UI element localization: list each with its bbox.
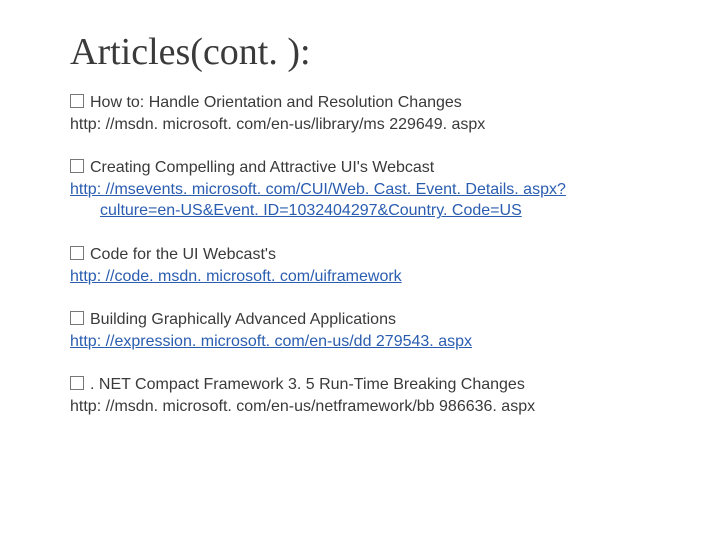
list-item: . NET Compact Framework 3. 5 Run-Time Br… [70,374,660,417]
bullet-icon [70,246,84,260]
list-item: Code for the UI Webcast's http: //code. … [70,244,660,287]
item-heading: Creating Compelling and Attractive UI's … [90,159,434,176]
bullet-icon [70,376,84,390]
slide: Articles(cont. ): How to: Handle Orienta… [0,0,720,540]
item-heading: Building Graphically Advanced Applicatio… [90,311,396,328]
item-url[interactable]: http: //expression. microsoft. com/en-us… [70,333,472,350]
item-url: http: //msdn. microsoft. com/en-us/libra… [70,116,485,133]
slide-title: Articles(cont. ): [70,30,660,74]
bullet-icon [70,311,84,325]
item-heading: How to: Handle Orientation and Resolutio… [90,94,462,111]
item-url[interactable]: http: //msevents. microsoft. com/CUI/Web… [70,181,566,198]
item-url-cont[interactable]: culture=en-US&Event. ID=1032404297&Count… [70,200,660,222]
item-url: http: //msdn. microsoft. com/en-us/netfr… [70,398,535,415]
bullet-icon [70,94,84,108]
item-heading: Code for the UI Webcast's [90,246,276,263]
bullet-icon [70,159,84,173]
list-item: Building Graphically Advanced Applicatio… [70,309,660,352]
item-heading: . NET Compact Framework 3. 5 Run-Time Br… [90,376,525,393]
list-item: How to: Handle Orientation and Resolutio… [70,92,660,135]
item-url[interactable]: http: //code. msdn. microsoft. com/uifra… [70,268,402,285]
list-item: Creating Compelling and Attractive UI's … [70,157,660,222]
